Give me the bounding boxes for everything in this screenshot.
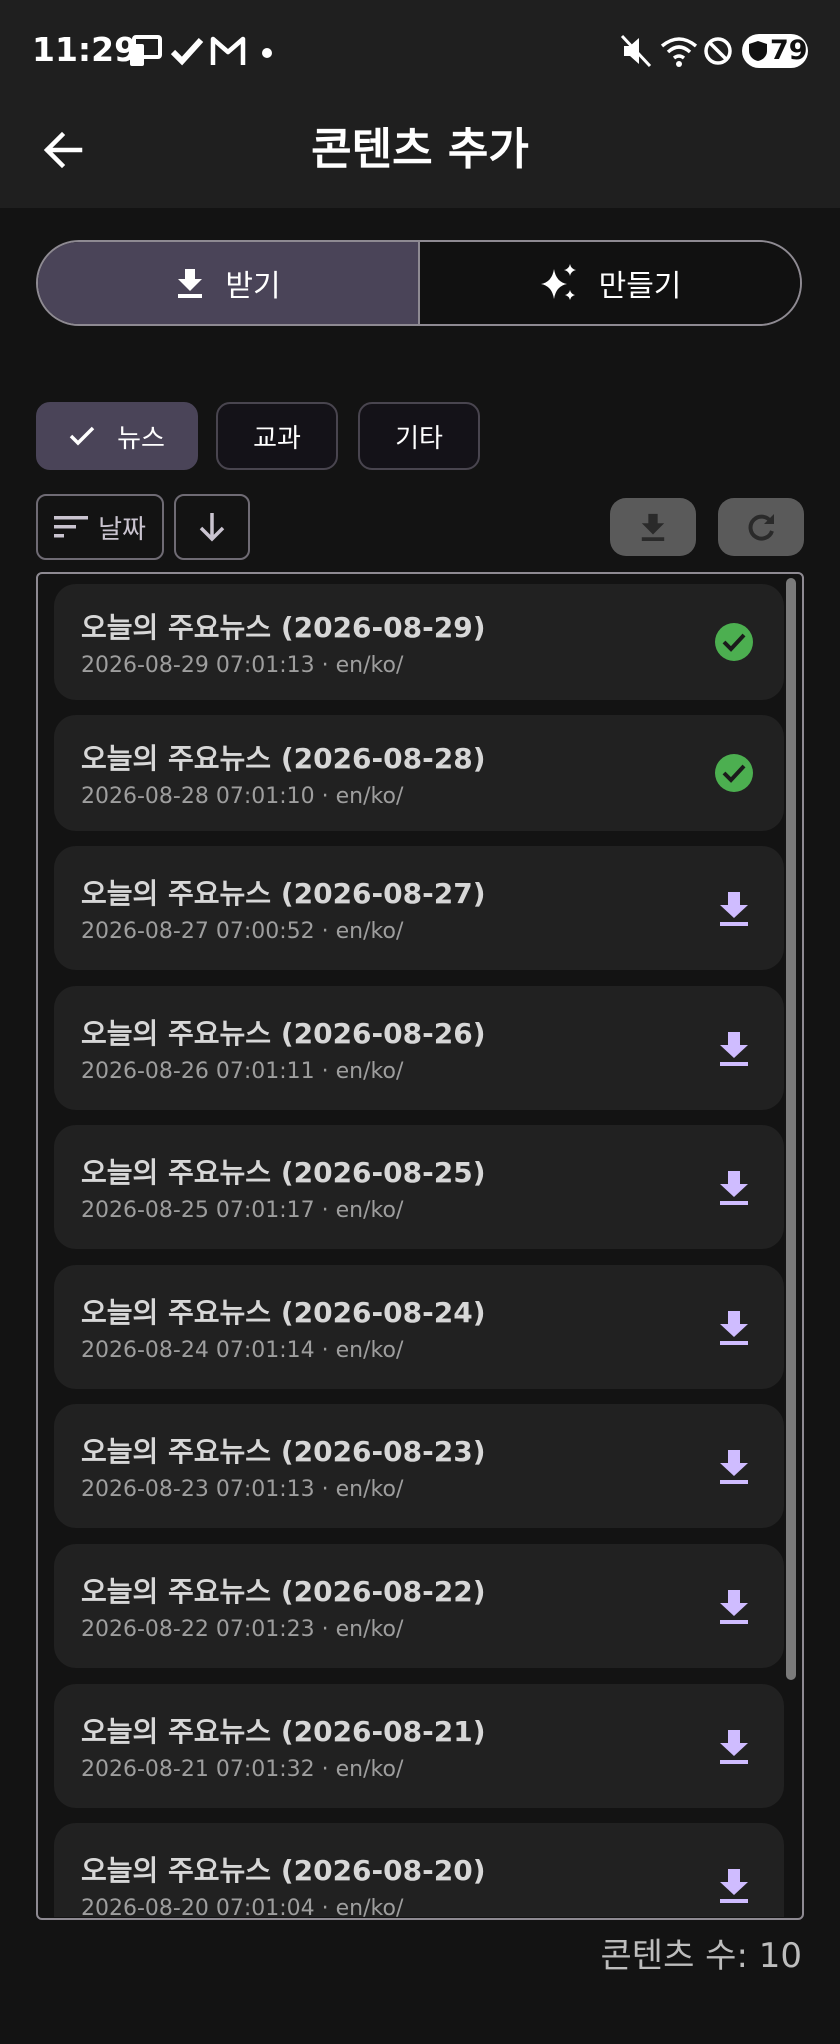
receive-label: 받기 <box>225 269 281 304</box>
download-icon <box>641 513 665 541</box>
sparkle-icon <box>540 264 576 300</box>
item-subtitle: 2026-08-26 07:01:11 · en/ko/ <box>81 1059 404 1084</box>
status-time: 11:29 <box>32 30 138 69</box>
item-title: 오늘의 주요뉴스 (2026-08-26) <box>81 1017 486 1050</box>
download-icon[interactable] <box>714 1446 754 1486</box>
status-bar: 11:29 79 <box>0 0 840 104</box>
list-item[interactable]: 오늘의 주요뉴스 (2026-08-24) 2026-08-24 07:01:1… <box>54 1265 784 1389</box>
check-circle-icon <box>715 623 753 661</box>
list-item[interactable]: 오늘의 주요뉴스 (2026-08-28) 2026-08-28 07:01:1… <box>54 715 784 831</box>
mute-icon <box>620 34 652 68</box>
item-subtitle: 2026-08-22 07:01:23 · en/ko/ <box>81 1617 404 1642</box>
app-bar: 콘텐츠 추가 <box>0 104 840 208</box>
mode-segmented-control: 받기 만들기 <box>36 240 802 326</box>
item-title: 오늘의 주요뉴스 (2026-08-23) <box>81 1435 486 1468</box>
list-item[interactable]: 오늘의 주요뉴스 (2026-08-27) 2026-08-27 07:00:5… <box>54 846 784 970</box>
item-subtitle: 2026-08-25 07:01:17 · en/ko/ <box>81 1198 404 1223</box>
list-item[interactable]: 오늘의 주요뉴스 (2026-08-22) 2026-08-22 07:01:2… <box>54 1544 784 1668</box>
receive-segment[interactable]: 받기 <box>38 242 420 324</box>
create-label: 만들기 <box>598 269 682 304</box>
chip-other[interactable]: 기타 <box>358 402 480 470</box>
item-title: 오늘의 주요뉴스 (2026-08-24) <box>81 1296 486 1329</box>
item-subtitle: 2026-08-28 07:01:10 · en/ko/ <box>81 784 404 809</box>
item-subtitle: 2026-08-21 07:01:32 · en/ko/ <box>81 1757 404 1782</box>
sort-direction-button[interactable] <box>174 494 250 560</box>
download-icon[interactable] <box>714 888 754 928</box>
sort-field-button[interactable]: 날짜 <box>36 494 164 560</box>
item-subtitle: 2026-08-23 07:01:13 · en/ko/ <box>81 1477 404 1502</box>
list-scrollbar[interactable] <box>786 578 796 1680</box>
download-icon[interactable] <box>714 1307 754 1347</box>
download-icon[interactable] <box>714 1586 754 1626</box>
wifi-icon <box>660 37 698 67</box>
download-icon <box>178 269 203 298</box>
refresh-button[interactable] <box>718 498 804 556</box>
download-icon[interactable] <box>714 1028 754 1068</box>
download-icon[interactable] <box>714 1167 754 1207</box>
item-title: 오늘의 주요뉴스 (2026-08-28) <box>81 742 486 775</box>
list-item[interactable]: 오늘의 주요뉴스 (2026-08-21) 2026-08-21 07:01:3… <box>54 1684 784 1808</box>
item-title: 오늘의 주요뉴스 (2026-08-29) <box>81 611 486 644</box>
battery-level: 79 <box>770 35 808 66</box>
list-item[interactable]: 오늘의 주요뉴스 (2026-08-29) 2026-08-29 07:01:1… <box>54 584 784 700</box>
list-item[interactable]: 오늘의 주요뉴스 (2026-08-20) 2026-08-20 07:01:0… <box>54 1823 784 1917</box>
sort-label: 날짜 <box>98 514 146 545</box>
chip-textbook[interactable]: 교과 <box>216 402 338 470</box>
chip-label: 기타 <box>395 423 443 454</box>
dnd-icon <box>704 37 732 65</box>
list-item[interactable]: 오늘의 주요뉴스 (2026-08-23) 2026-08-23 07:01:1… <box>54 1404 784 1528</box>
arrow-down-icon <box>199 513 225 542</box>
list-item[interactable]: 오늘의 주요뉴스 (2026-08-26) 2026-08-26 07:01:1… <box>54 986 784 1110</box>
check-icon <box>69 426 95 446</box>
page-title: 콘텐츠 추가 <box>311 124 529 175</box>
item-title: 오늘의 주요뉴스 (2026-08-21) <box>81 1715 486 1748</box>
check-icon <box>170 37 204 66</box>
shield-icon <box>749 41 767 61</box>
chip-label: 교과 <box>253 423 301 454</box>
chip-label: 뉴스 <box>117 423 165 454</box>
item-subtitle: 2026-08-20 07:01:04 · en/ko/ <box>81 1896 404 1917</box>
dot-icon <box>262 48 272 58</box>
screen-cast-icon <box>130 35 162 66</box>
check-circle-icon <box>715 754 753 792</box>
sort-icon <box>54 516 89 538</box>
item-title: 오늘의 주요뉴스 (2026-08-22) <box>81 1575 486 1608</box>
item-subtitle: 2026-08-27 07:00:52 · en/ko/ <box>81 919 404 944</box>
list-item[interactable]: 오늘의 주요뉴스 (2026-08-25) 2026-08-25 07:01:1… <box>54 1125 784 1249</box>
download-all-button[interactable] <box>610 498 696 556</box>
gmail-icon <box>210 36 246 65</box>
create-segment[interactable]: 만들기 <box>420 242 800 324</box>
list-clip: 오늘의 주요뉴스 (2026-08-20) 2026-08-20 07:01:0… <box>54 1823 784 1917</box>
item-subtitle: 2026-08-24 07:01:14 · en/ko/ <box>81 1338 404 1363</box>
item-title: 오늘의 주요뉴스 (2026-08-25) <box>81 1156 486 1189</box>
content-count: 콘텐츠 수: 10 <box>600 1936 802 1976</box>
download-icon[interactable] <box>714 1865 754 1905</box>
battery-icon: 79 <box>742 34 808 68</box>
download-icon[interactable] <box>714 1726 754 1766</box>
item-title: 오늘의 주요뉴스 (2026-08-27) <box>81 877 486 910</box>
item-title: 오늘의 주요뉴스 (2026-08-20) <box>81 1854 486 1887</box>
item-subtitle: 2026-08-29 07:01:13 · en/ko/ <box>81 653 404 678</box>
chip-news[interactable]: 뉴스 <box>36 402 198 470</box>
refresh-icon <box>748 514 774 541</box>
